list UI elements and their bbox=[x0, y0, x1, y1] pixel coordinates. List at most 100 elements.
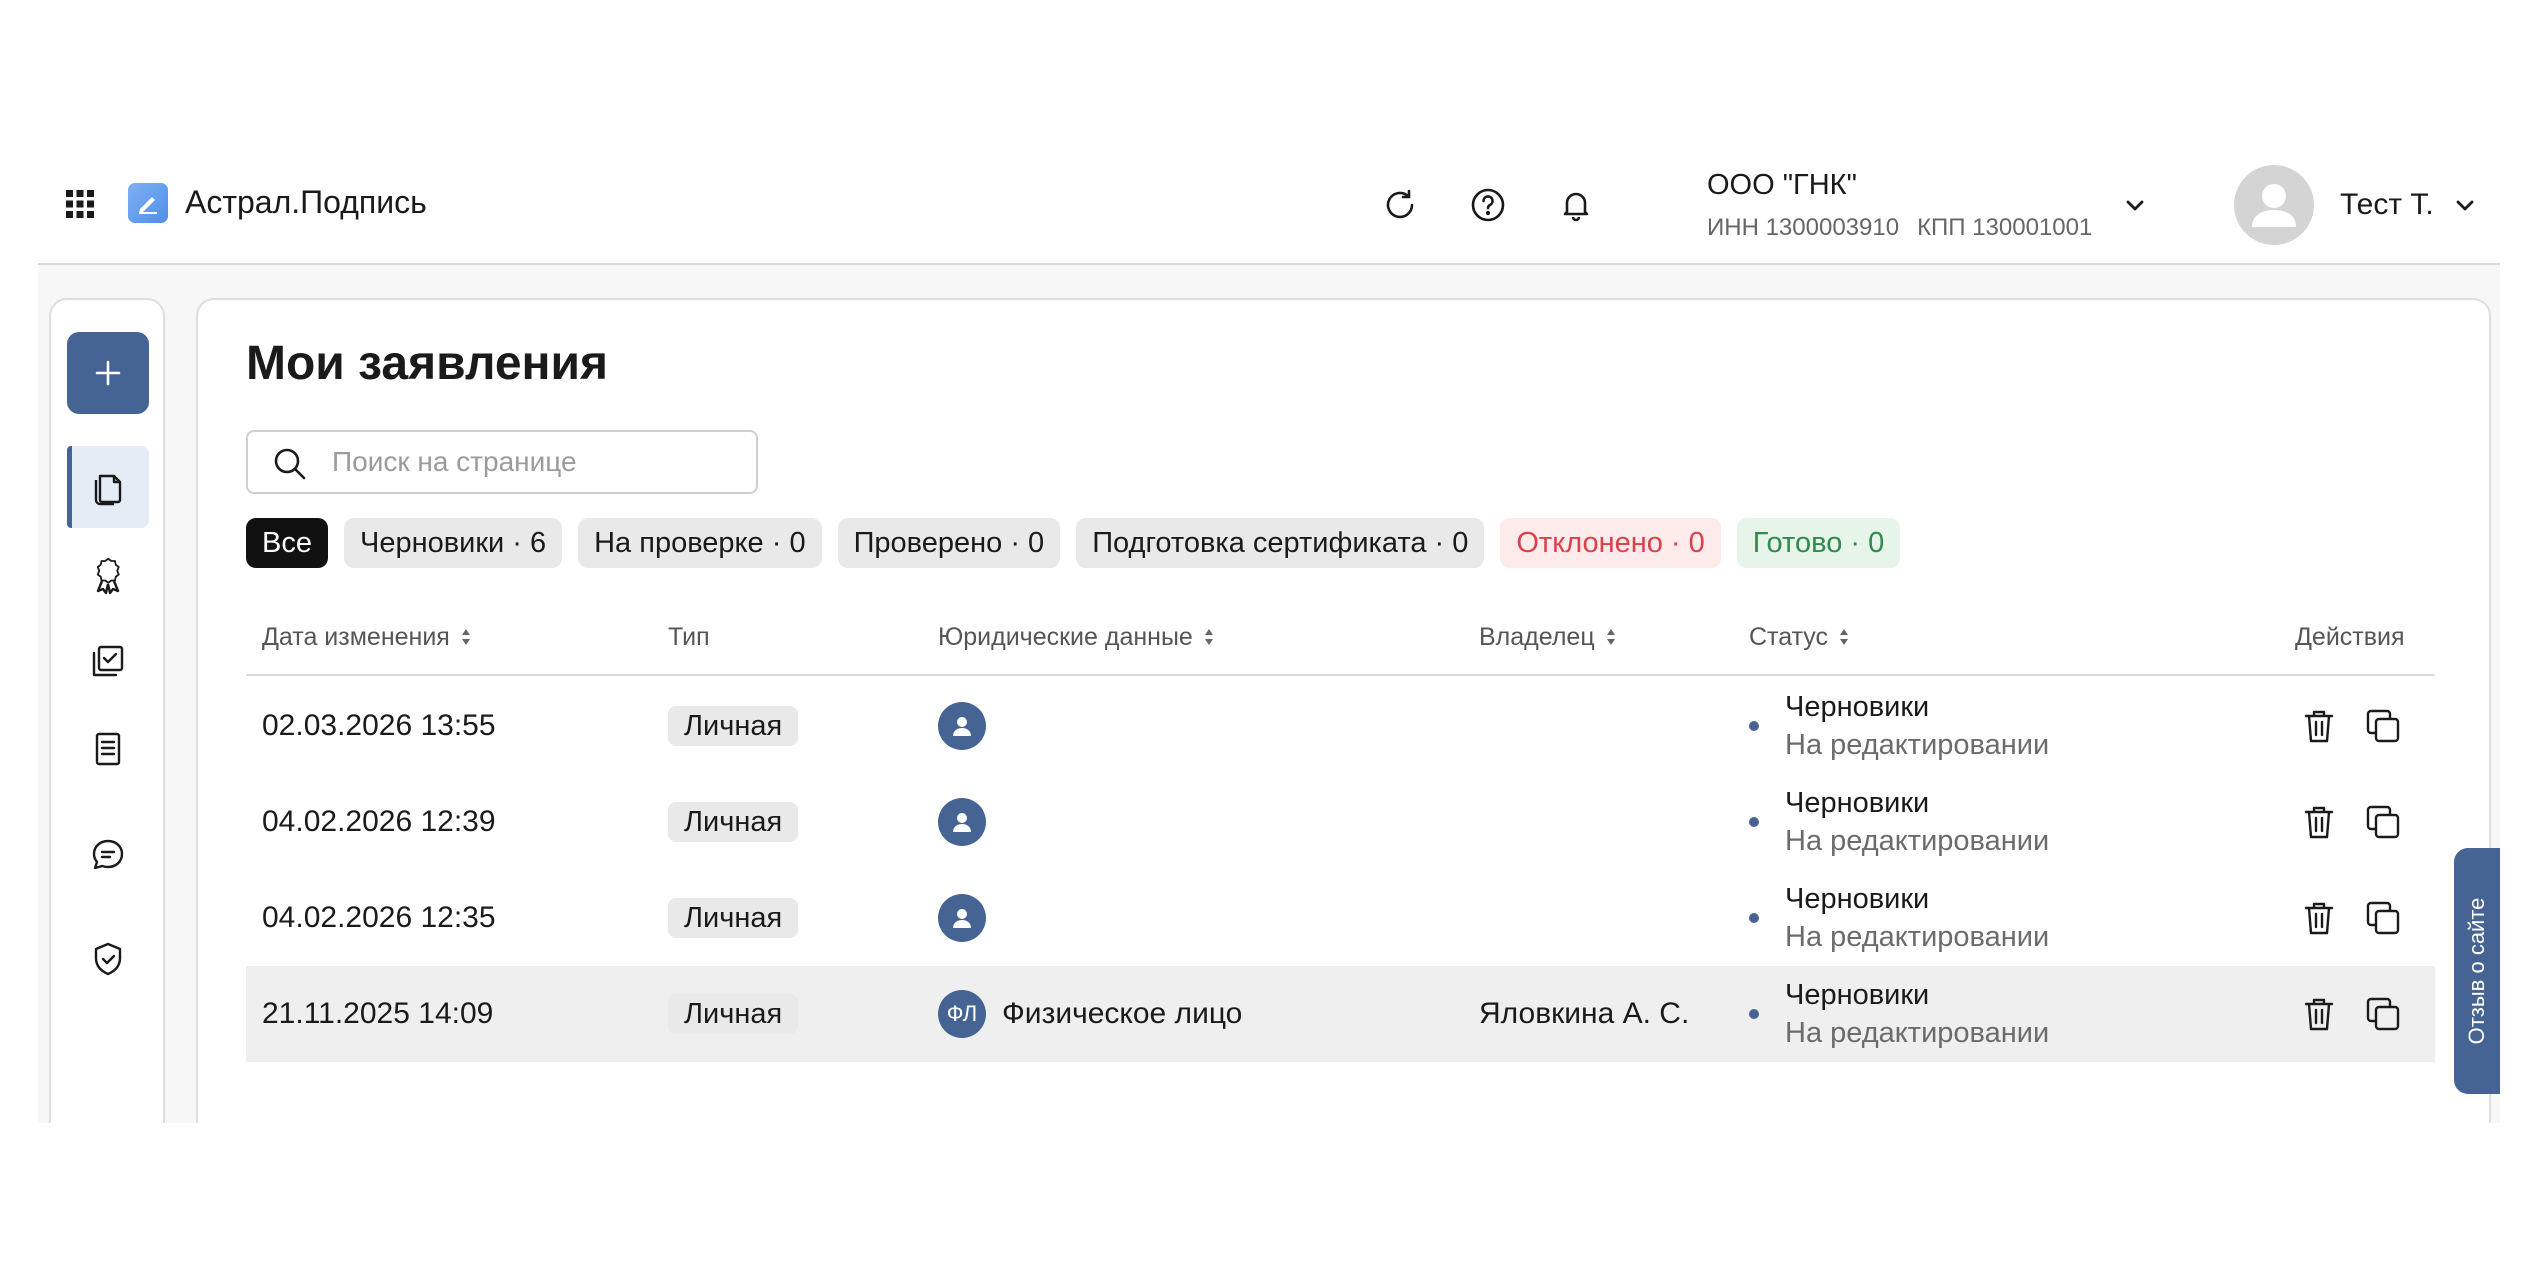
sidebar-item-documents[interactable] bbox=[67, 708, 149, 790]
chat-icon bbox=[92, 839, 124, 870]
column-legal-data-label: Юридические данные bbox=[938, 623, 1193, 651]
status-dot bbox=[1749, 721, 1759, 731]
column-legal-data[interactable]: Юридические данные bbox=[938, 620, 1215, 654]
help-icon[interactable] bbox=[1466, 183, 1510, 227]
column-type: Тип bbox=[668, 620, 710, 654]
top-header: Астрал.Подпись ООО "ГНК" ИНН 1300003910 К… bbox=[38, 130, 2500, 265]
delete-button[interactable] bbox=[2295, 990, 2343, 1038]
sidebar-item-checks[interactable] bbox=[67, 620, 149, 702]
type-badge: Личная bbox=[668, 898, 799, 938]
type-badge: Личная bbox=[668, 994, 799, 1034]
column-status-label: Статус bbox=[1749, 623, 1829, 651]
column-owner[interactable]: Владелец bbox=[1479, 620, 1617, 654]
chevron-down-icon[interactable] bbox=[2118, 188, 2152, 222]
sidebar-item-applications[interactable] bbox=[67, 446, 149, 528]
table-row[interactable]: 04.02.2026 12:39 Личная Черновики На ред… bbox=[246, 774, 2435, 870]
status-label: Черновики bbox=[1785, 979, 1930, 1011]
column-type-label: Тип bbox=[668, 623, 710, 651]
search-icon bbox=[274, 448, 306, 480]
feedback-tab[interactable]: Отзыв о сайте bbox=[2454, 848, 2500, 1094]
delete-button[interactable] bbox=[2295, 702, 2343, 750]
page-title: Мои заявления bbox=[246, 337, 609, 390]
column-actions-label: Действия bbox=[2295, 623, 2405, 651]
row-date: 21.11.2025 14:09 bbox=[262, 997, 494, 1030]
status-dot bbox=[1749, 1009, 1759, 1019]
filter-reviewed[interactable]: Проверено · 0 bbox=[837, 518, 1061, 568]
copy-icon bbox=[2366, 709, 2400, 743]
refresh-icon[interactable] bbox=[1378, 183, 1422, 227]
column-owner-label: Владелец bbox=[1479, 623, 1595, 651]
entity-avatar: ФЛ bbox=[938, 990, 986, 1038]
legal-entity-name: Физическое лицо bbox=[1002, 997, 1243, 1030]
delete-button[interactable] bbox=[2295, 894, 2343, 942]
applications-card: Мои заявления Все Черновики · 6 На прове… bbox=[196, 298, 2491, 1123]
column-status[interactable]: Статус bbox=[1749, 620, 1850, 654]
filter-on-review[interactable]: На проверке · 0 bbox=[578, 518, 822, 568]
filter-certificate-preparation[interactable]: Подготовка сертификата · 0 bbox=[1076, 518, 1485, 568]
copy-button[interactable] bbox=[2359, 702, 2407, 750]
row-date: 02.03.2026 13:55 bbox=[262, 709, 496, 742]
user-name[interactable]: Тест Т. bbox=[2340, 186, 2434, 224]
table-row[interactable]: 21.11.2025 14:09 Личная ФЛ Физическое ли… bbox=[246, 966, 2435, 1062]
sort-icon bbox=[1606, 629, 1615, 645]
person-icon bbox=[938, 798, 986, 846]
copy-icon bbox=[2366, 901, 2400, 935]
organization-kpp: КПП 130001001 bbox=[1917, 214, 2093, 241]
filter-drafts[interactable]: Черновики · 6 bbox=[343, 518, 563, 568]
page-bottom-area bbox=[0, 1123, 2527, 1280]
copy-button[interactable] bbox=[2359, 894, 2407, 942]
sort-icon bbox=[461, 629, 470, 645]
organization-name[interactable]: ООО "ГНК" bbox=[1707, 167, 1857, 203]
sort-icon bbox=[1840, 629, 1849, 645]
substatus-label: На редактировании bbox=[1785, 729, 2050, 761]
status-dot bbox=[1749, 913, 1759, 923]
shield-check-icon bbox=[94, 942, 122, 976]
plus-icon bbox=[95, 360, 121, 386]
status-label: Черновики bbox=[1785, 787, 1930, 819]
trash-icon bbox=[2304, 902, 2334, 935]
sidebar-item-certificates[interactable] bbox=[67, 534, 149, 616]
column-date[interactable]: Дата изменения bbox=[262, 620, 472, 654]
status-filters: Все Черновики · 6 На проверке · 0 Провер… bbox=[246, 518, 1901, 568]
bell-icon[interactable] bbox=[1554, 183, 1598, 227]
trash-icon bbox=[2304, 998, 2334, 1031]
owner-name: Яловкина А. С. bbox=[1479, 997, 1690, 1030]
status-label: Черновики bbox=[1785, 691, 1930, 723]
search-input[interactable] bbox=[332, 440, 742, 484]
organization-inn: ИНН 1300003910 bbox=[1707, 214, 1900, 241]
copy-button[interactable] bbox=[2359, 990, 2407, 1038]
filter-rejected[interactable]: Отклонено · 0 bbox=[1500, 518, 1721, 568]
user-avatar-icon[interactable] bbox=[2234, 165, 2314, 245]
award-icon bbox=[96, 557, 120, 595]
person-icon bbox=[938, 702, 986, 750]
create-application-button[interactable] bbox=[67, 332, 149, 414]
app-title[interactable]: Астрал.Подпись bbox=[185, 182, 427, 222]
document-icon bbox=[95, 732, 121, 766]
copy-icon bbox=[2366, 997, 2400, 1031]
app-window: Астрал.Подпись ООО "ГНК" ИНН 1300003910 К… bbox=[38, 130, 2500, 1123]
substatus-label: На редактировании bbox=[1785, 921, 2050, 953]
feedback-tab-label: Отзыв о сайте bbox=[2464, 897, 2489, 1045]
filter-ready[interactable]: Готово · 0 bbox=[1736, 518, 1901, 568]
column-actions: Действия bbox=[2295, 620, 2405, 654]
delete-button[interactable] bbox=[2295, 798, 2343, 846]
chevron-down-icon[interactable] bbox=[2448, 188, 2482, 222]
apps-grid-icon[interactable] bbox=[62, 186, 98, 222]
person-icon bbox=[938, 894, 986, 942]
filter-all[interactable]: Все bbox=[246, 518, 328, 568]
column-date-label: Дата изменения bbox=[262, 623, 450, 651]
sidebar-item-support[interactable] bbox=[67, 814, 149, 896]
sort-icon bbox=[1204, 629, 1213, 645]
copy-button[interactable] bbox=[2359, 798, 2407, 846]
sidebar bbox=[49, 298, 165, 1123]
table-row[interactable]: 04.02.2026 12:35 Личная Черновики На ред… bbox=[246, 870, 2435, 966]
status-dot bbox=[1749, 817, 1759, 827]
substatus-label: На редактировании bbox=[1785, 825, 2050, 857]
table-header: Дата изменения Тип Юридические данные Вл… bbox=[246, 612, 2435, 676]
type-badge: Личная bbox=[668, 706, 799, 746]
sidebar-item-security[interactable] bbox=[67, 918, 149, 1000]
documents-icon bbox=[94, 474, 122, 506]
row-date: 04.02.2026 12:35 bbox=[262, 901, 496, 934]
table-row[interactable]: 02.03.2026 13:55 Личная Черновики На ред… bbox=[246, 678, 2435, 774]
app-logo-icon bbox=[128, 183, 168, 223]
